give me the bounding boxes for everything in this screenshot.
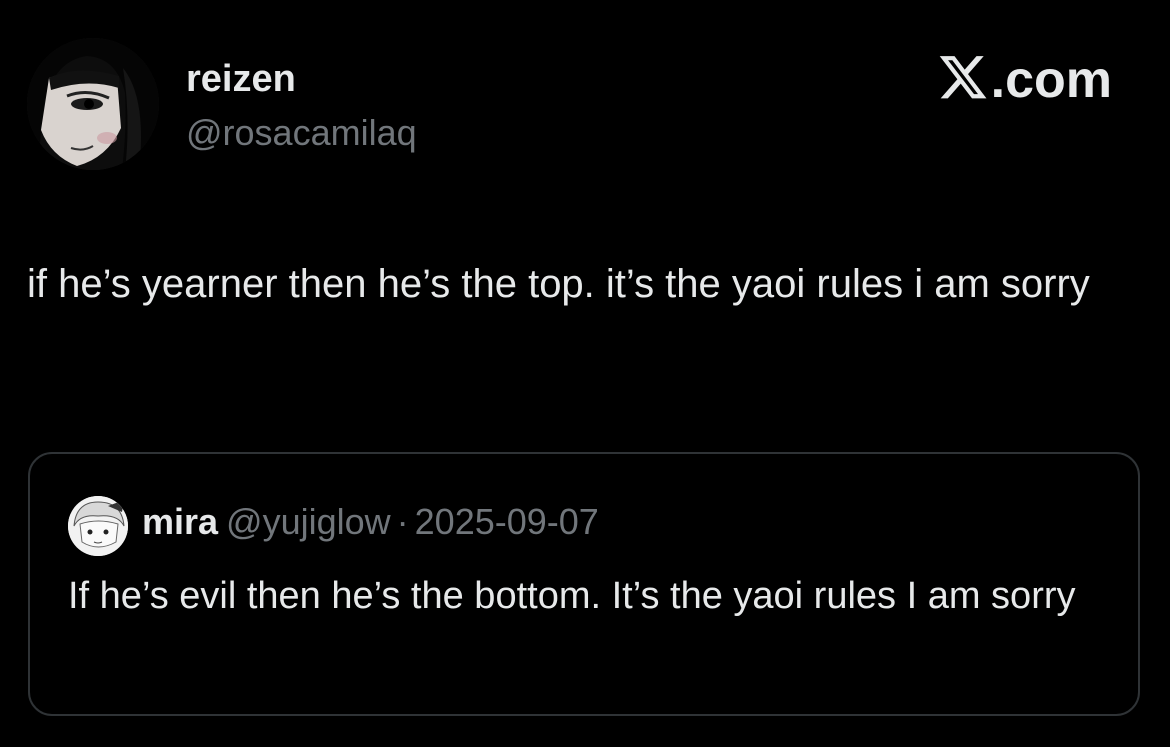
quoted-display-name[interactable]: mira <box>142 501 218 542</box>
manga-character-avatar <box>68 496 128 556</box>
quoted-author-avatar[interactable] <box>68 496 128 556</box>
brand-watermark: .com <box>937 50 1112 110</box>
brand-label: .com <box>990 51 1112 109</box>
quoted-handle[interactable]: @yujiglow <box>226 501 391 542</box>
manga-portrait-avatar <box>27 38 159 170</box>
quoted-header: mira @yujiglow · 2025-09-07 <box>142 500 599 544</box>
author-handle[interactable]: @rosacamilaq <box>186 111 417 155</box>
x-logo-icon <box>939 56 987 99</box>
quoted-post[interactable]: mira @yujiglow · 2025-09-07 If he’s evil th… <box>28 452 1140 716</box>
quoted-separator: · <box>396 501 409 542</box>
author-avatar[interactable] <box>27 38 159 170</box>
post-text: if he’s yearner then he’s the top. it’s … <box>27 262 1090 306</box>
quoted-text: If he’s evil then he’s the bottom. It’s … <box>68 575 1076 617</box>
post: reizen @rosacamilaq .com if he’s yearner… <box>0 0 1170 747</box>
quoted-date[interactable]: 2025-09-07 <box>415 501 599 542</box>
author-display-name[interactable]: reizen <box>186 57 296 101</box>
